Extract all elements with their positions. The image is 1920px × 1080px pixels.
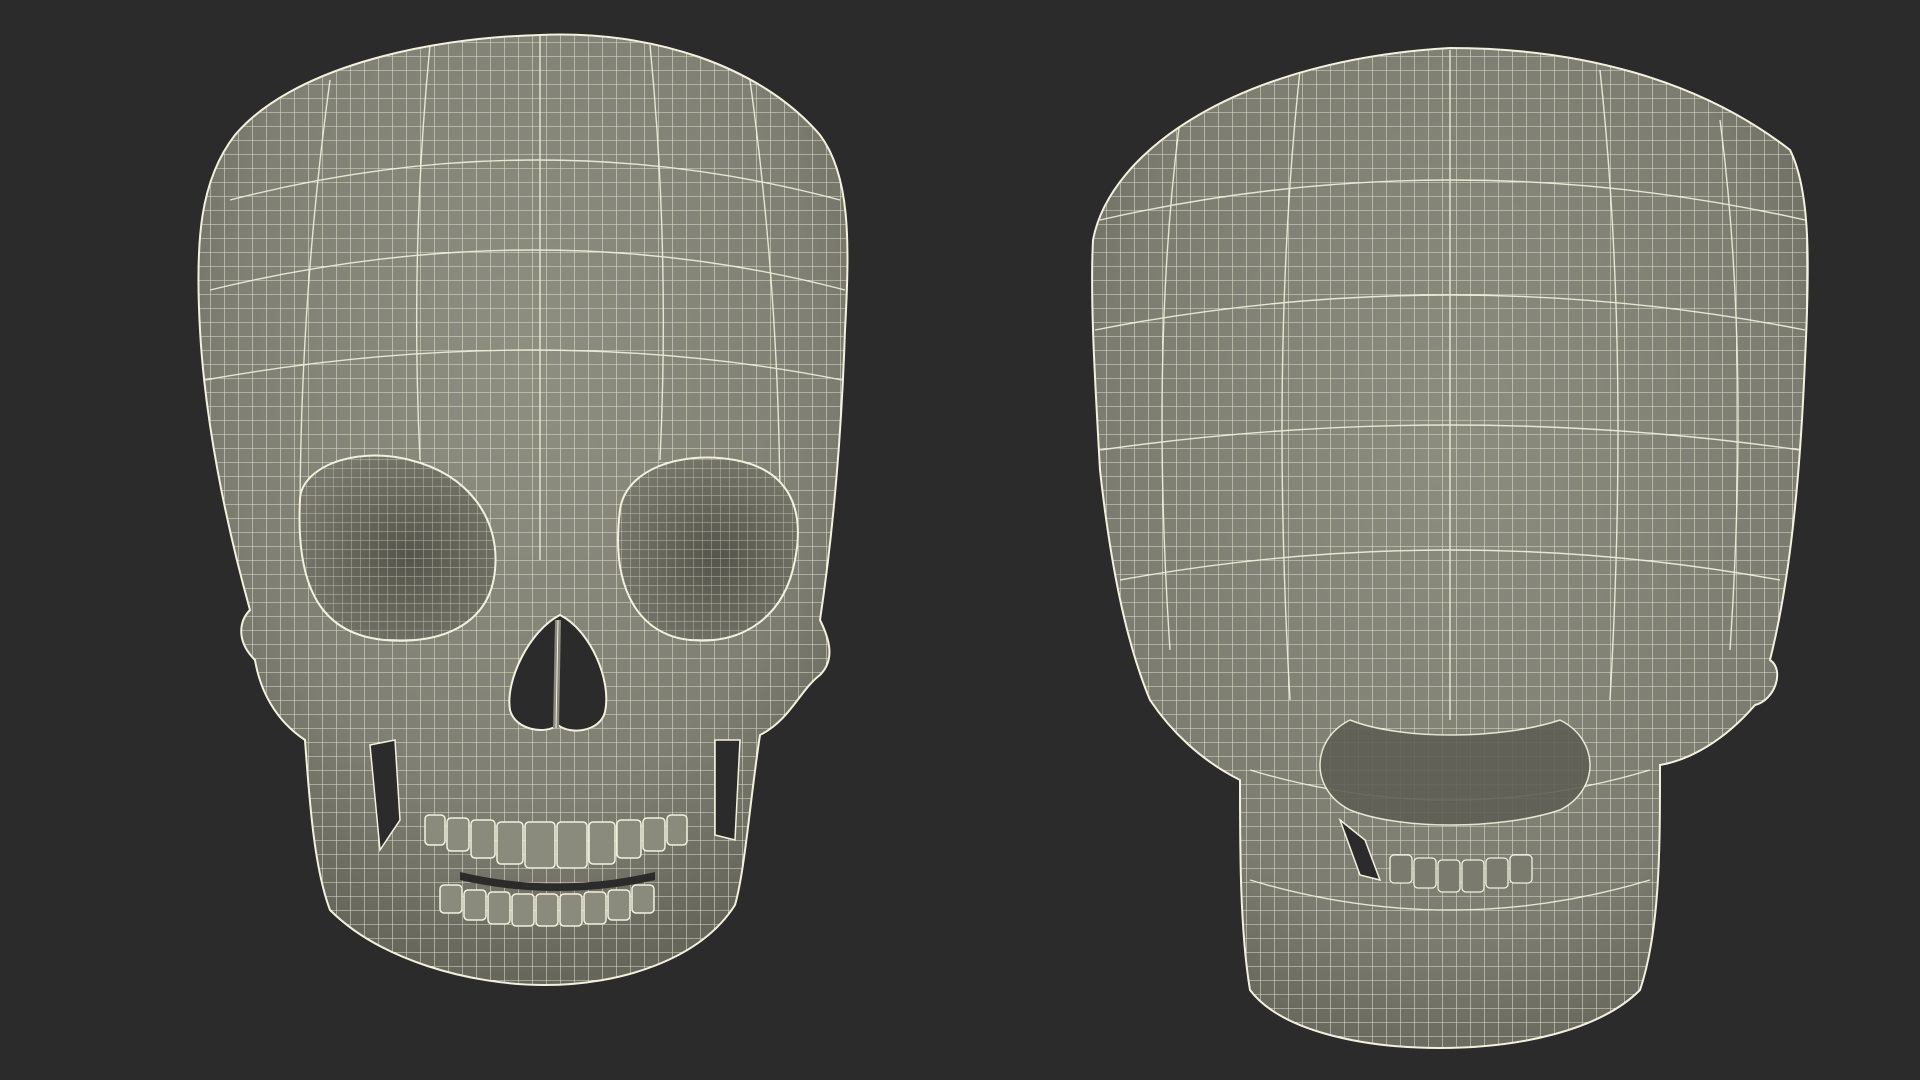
render-viewport xyxy=(197,33,1809,1049)
skull-back-view xyxy=(1091,47,1809,1049)
back-occipital-shadow xyxy=(1319,719,1591,826)
skull-front-view xyxy=(197,33,849,986)
front-right-jaw-gap xyxy=(714,739,741,841)
front-right-orbit xyxy=(617,456,799,642)
